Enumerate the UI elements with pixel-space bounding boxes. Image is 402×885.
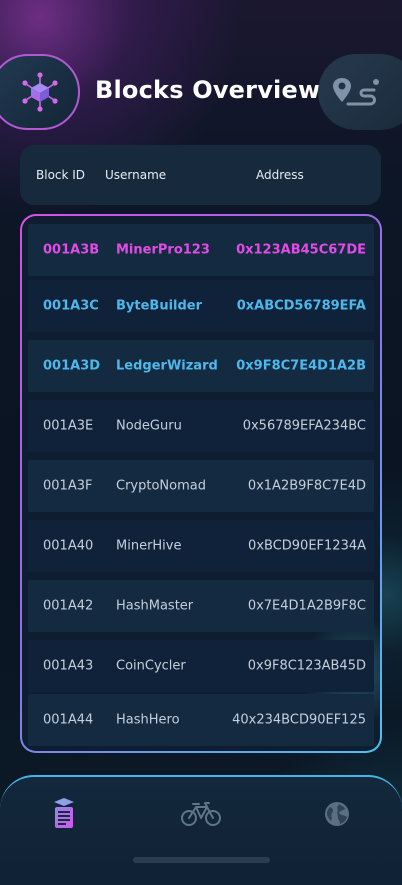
table-row[interactable]: 001A3F CryptoNomad 0x1A2B9F8C7E4D — [28, 460, 374, 512]
block-id-cell: 001A3C — [43, 298, 99, 314]
column-header-username: Username — [105, 168, 167, 182]
table-row[interactable]: 001A42 HashMaster 0x7E4D1A2B9F8C — [28, 580, 374, 632]
table-row[interactable]: 001A43 CoinCycler 0x9F8C123AB45D — [28, 640, 374, 692]
address-cell: 0xABCD56789EFA — [236, 298, 366, 314]
globe-icon — [325, 802, 349, 826]
address-cell: 40x234BCD90EF125 — [232, 712, 366, 728]
logo-button[interactable] — [0, 54, 80, 130]
table-row[interactable]: 001A3C ByteBuilder 0xABCD56789EFA — [28, 280, 374, 332]
blockchain-network-icon — [22, 72, 58, 112]
table-row[interactable]: 001A3D LedgerWizard 0x9F8C7E4D1A2B — [28, 340, 374, 392]
table-row[interactable]: 001A40 MinerHive 0xBCD90EF1234A — [28, 520, 374, 572]
column-header-address: Address — [256, 168, 304, 182]
username-cell: CoinCycler — [116, 658, 186, 674]
block-id-cell: 001A3E — [43, 418, 94, 434]
address-cell: 0x123AB45C67DE — [236, 242, 366, 258]
address-cell: 0x1A2B9F8C7E4D — [247, 478, 366, 494]
block-id-cell: 001A42 — [43, 598, 94, 614]
username-cell: MinerPro123 — [116, 242, 210, 258]
column-header-block-id: Block ID — [36, 168, 86, 182]
address-cell: 0xBCD90EF1234A — [248, 538, 366, 554]
username-cell: ByteBuilder — [116, 298, 203, 314]
block-id-cell: 001A3D — [43, 358, 101, 374]
address-cell: 0x9F8C7E4D1A2B — [236, 358, 366, 374]
page-title: Blocks Overview — [95, 76, 321, 104]
address-cell: 0x7E4D1A2B9F8C — [247, 598, 366, 614]
block-id-cell: 001A40 — [43, 538, 94, 554]
block-document-icon — [54, 798, 74, 828]
username-cell: LedgerWizard — [116, 358, 218, 374]
table-row[interactable]: 001A3B MinerPro123 0x123AB45C67DE — [28, 224, 374, 276]
map-route-icon — [333, 78, 379, 106]
table-row[interactable]: 001A44 HashHero 40x234BCD90EF125 — [28, 694, 374, 746]
address-cell: 0x9F8C123AB45D — [247, 658, 366, 674]
map-route-button[interactable] — [318, 54, 402, 130]
block-id-cell: 001A3B — [43, 242, 100, 258]
username-cell: HashMaster — [116, 598, 194, 614]
home-indicator — [133, 857, 270, 863]
nav-bicycle-button[interactable] — [181, 797, 221, 831]
nav-globe-button[interactable] — [317, 797, 357, 831]
username-cell: CryptoNomad — [116, 478, 206, 494]
username-cell: NodeGuru — [116, 418, 182, 434]
bicycle-icon — [181, 802, 221, 826]
table-header: Block ID Username Address — [20, 145, 381, 205]
username-cell: MinerHive — [116, 538, 182, 554]
address-cell: 0x56789EFA234BC — [242, 418, 366, 434]
header: Blocks Overview — [0, 54, 402, 130]
block-id-cell: 001A44 — [43, 712, 94, 728]
nav-blocks-button[interactable] — [44, 797, 84, 831]
block-id-cell: 001A3F — [43, 478, 93, 494]
blocks-table-inner: 001A3B MinerPro123 0x123AB45C67DE 001A3C… — [22, 216, 380, 751]
blocks-table: 001A3B MinerPro123 0x123AB45C67DE 001A3C… — [20, 214, 382, 753]
bottom-navigation — [0, 775, 402, 885]
block-id-cell: 001A43 — [43, 658, 94, 674]
table-row[interactable]: 001A3E NodeGuru 0x56789EFA234BC — [28, 400, 374, 452]
username-cell: HashHero — [116, 712, 180, 728]
